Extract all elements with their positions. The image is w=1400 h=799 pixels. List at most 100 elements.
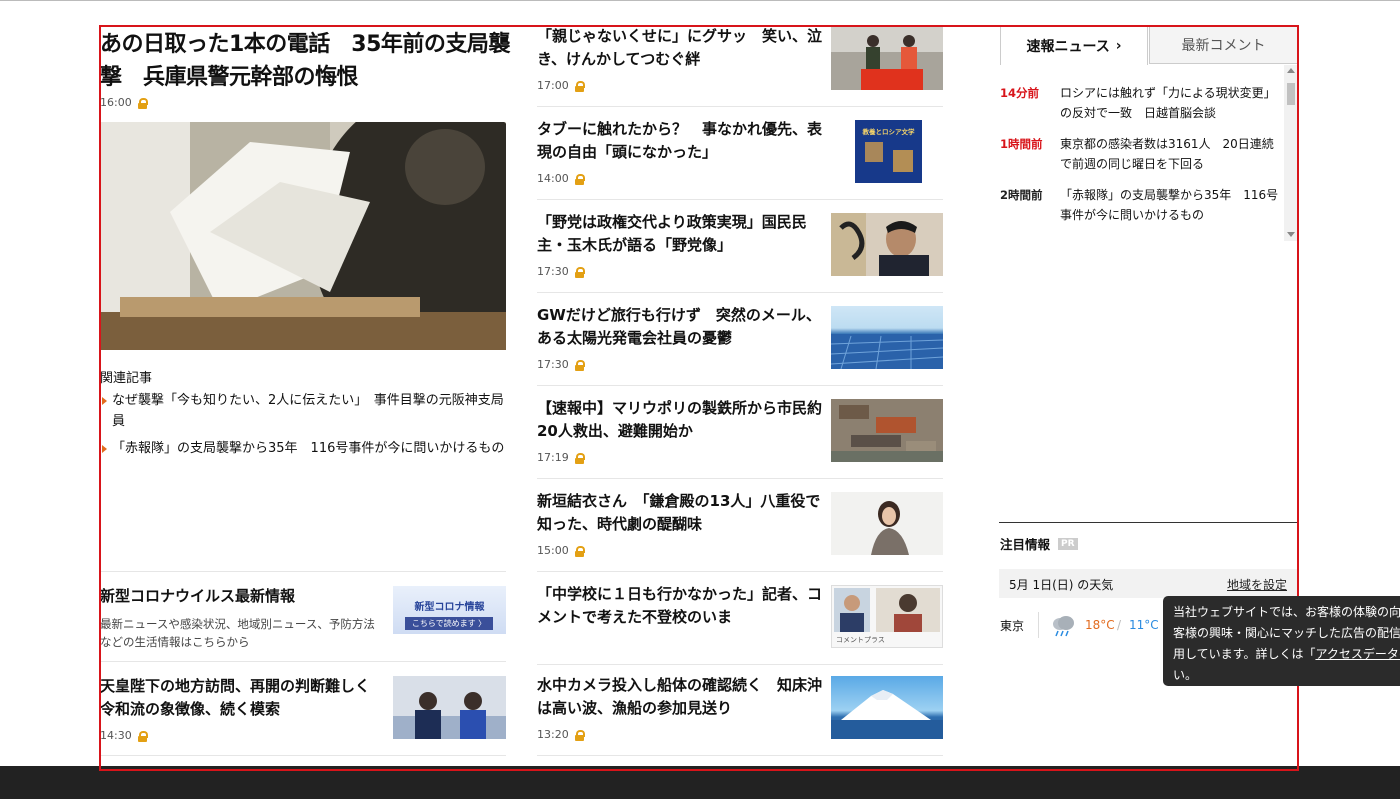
article-item[interactable]: 「親じゃないくせに」にグサッ 笑い、泣き、けんかしてつむぐ絆 17:00: [537, 13, 943, 107]
related-article-link[interactable]: なぜ襲撃「今も知りたい、2人に伝えたい」 事件目撃の元阪神支局員: [100, 390, 508, 432]
time-text: 13:20: [537, 728, 569, 741]
weather-header: 5月 1日(日) の天気 地域を設定: [999, 569, 1299, 598]
article-item[interactable]: タブーに触れたから？ 事なかれ優先、表現の自由「頭になかった」 14:00 教養…: [537, 106, 943, 200]
news-headline: 東京都の感染者数は3161人 20日連続で前週の同じ曜日を下回る: [1060, 137, 1274, 171]
article-item[interactable]: 新垣結衣さん 「鎌倉殿の13人」八重役で知った、時代劇の醍醐味 15:00: [537, 478, 943, 572]
news-scrollbar[interactable]: [1284, 65, 1298, 241]
tab-latest-comments[interactable]: 最新コメント: [1149, 26, 1298, 64]
notice-text: 用しています。詳しくは「: [1173, 647, 1316, 661]
news-age: 2時間前: [1000, 188, 1043, 202]
article-thumbnail[interactable]: [393, 676, 506, 739]
article-title: 「野党は政権交代より政策実現」国民民主・玉木氏が語る「野党像」: [537, 213, 807, 254]
article-thumbnail[interactable]: [831, 492, 943, 555]
breaking-news-list[interactable]: 14分前 ロシアには触れず「力による現状変更」の反対で一致 日越首脳会談 1時間…: [999, 65, 1299, 241]
lock-icon: [574, 729, 585, 741]
notice-line: い。: [1173, 668, 1198, 682]
related-articles-list: なぜ襲撃「今も知りたい、2人に伝えたい」 事件目撃の元阪神支局員 「赤報隊」の支…: [100, 390, 508, 465]
article-thumbnail[interactable]: [831, 213, 943, 276]
news-headline: ロシアには触れず「力による現状変更」の反対で一致 日越首脳会談: [1060, 86, 1276, 120]
related-article-link[interactable]: 「赤報隊」の支局襲撃から35年 116号事件が今に問いかけるもの: [100, 438, 508, 459]
time-text: 15:00: [537, 544, 569, 557]
news-tabs: 速報ニュース › 最新コメント: [999, 25, 1299, 65]
notice-line: 客様の興味・関心にマッチした広告の配信と: [1173, 626, 1400, 640]
article-thumbnail[interactable]: [831, 306, 943, 369]
time-text: 17:00: [537, 79, 569, 92]
article-thumbnail[interactable]: 教養とロシア文学: [855, 120, 922, 183]
article-card[interactable]: 天皇陛下の地方訪問、再開の判断難しく 令和流の象徴像、続く模索 14:30: [100, 661, 506, 756]
time-text: 14:30: [100, 729, 132, 742]
notice-line: 用しています。詳しくは「アクセスデータの: [1173, 644, 1400, 665]
top-border: [0, 0, 1400, 1]
pr-badge: PR: [1058, 537, 1078, 550]
lead-article-image[interactable]: [100, 122, 506, 350]
lock-icon: [574, 359, 585, 371]
time-text: 14:00: [537, 172, 569, 185]
high-temp: 18°C: [1085, 618, 1115, 632]
set-region-link[interactable]: 地域を設定: [1227, 576, 1287, 593]
article-title: 【速報中】マリウポリの製鉄所から市民約20人救出、避難開始か: [537, 399, 823, 440]
article-time: 13:20: [537, 728, 585, 741]
article-title: 「親じゃないくせに」にグサッ 笑い、泣き、けんかしてつむぐ絆: [537, 27, 823, 68]
lock-icon: [137, 730, 148, 742]
article-time: 17:00: [537, 79, 585, 92]
article-item[interactable]: 【速報中】マリウポリの製鉄所から市民約20人救出、避難開始か 17:19: [537, 385, 943, 479]
corona-banner[interactable]: 新型コロナ情報 こちらで読めます 〉: [393, 586, 506, 634]
time-text: 17:19: [537, 451, 569, 464]
article-thumbnail[interactable]: コメントプラス: [831, 585, 943, 648]
article-time: 14:00: [537, 172, 585, 185]
chevron-right-icon: ›: [1115, 38, 1122, 54]
scroll-up-icon[interactable]: [1287, 68, 1295, 73]
article-time: 17:30: [537, 358, 585, 371]
article-item[interactable]: 「中学校に１日も行かなかった」記者、コメントで考えた不登校のいま コメントプラス: [537, 571, 943, 665]
lock-icon: [574, 452, 585, 464]
banner-button[interactable]: こちらで読めます 〉: [405, 617, 493, 630]
lead-article-title[interactable]: あの日取った1本の電話 35年前の支局襲撃 兵庫県警元幹部の悔恨: [100, 28, 512, 94]
card-time: 14:30: [100, 729, 148, 742]
attention-label: 注目情報: [1000, 537, 1051, 552]
article-title: 水中カメラ投入し船体の確認続く 知床沖は高い波、漁船の参加見送り: [537, 676, 823, 717]
article-thumbnail[interactable]: [831, 676, 943, 739]
low-temp: 11°C: [1129, 618, 1159, 632]
divider: [999, 522, 1299, 523]
article-item[interactable]: GWだけど旅行も行けず 突然のメール、ある太陽光発電会社員の憂鬱 17:30: [537, 292, 943, 386]
tab-breaking-news[interactable]: 速報ニュース ›: [1000, 26, 1148, 65]
weather-date: 5月 1日(日) の天気: [1009, 578, 1114, 592]
rain-cloud-icon: [1050, 614, 1076, 641]
article-title: 新垣結衣さん 「鎌倉殿の13人」八重役で知った、時代劇の醍醐味: [537, 492, 821, 533]
lock-icon: [574, 80, 585, 92]
notice-line: 当社ウェブサイトでは、お客様の体験の向上: [1173, 605, 1400, 619]
card-title: 天皇陛下の地方訪問、再開の判断難しく 令和流の象徴像、続く模索: [100, 677, 386, 718]
tab-label: 速報ニュース: [1026, 39, 1110, 55]
article-title: タブーに触れたから？ 事なかれ優先、表現の自由「頭になかった」: [537, 120, 823, 161]
news-headline: 「赤報隊」の支局襲撃から35年 116号事件が今に問いかけるもの: [1060, 188, 1279, 222]
article-time: 17:30: [537, 265, 585, 278]
attention-header: 注目情報 PR: [1000, 534, 1078, 553]
lock-icon: [137, 97, 148, 109]
article-item[interactable]: 水中カメラ投入し船体の確認続く 知床沖は高い波、漁船の参加見送り 13:20: [537, 662, 943, 756]
article-item[interactable]: 「野党は政権交代より政策実現」国民民主・玉木氏が語る「野党像」 17:30: [537, 199, 943, 293]
article-thumbnail[interactable]: [831, 27, 943, 90]
time-text: 17:30: [537, 358, 569, 371]
banner-heading: 新型コロナ情報: [414, 602, 485, 613]
article-title: 「中学校に１日も行かなかった」記者、コメントで考えた不登校のいま: [537, 585, 823, 626]
article-time: 17:19: [537, 451, 585, 464]
corona-info-card[interactable]: 新型コロナウイルス最新情報 最新ニュースや感染状況、地域別ニュース、予防方法など…: [100, 571, 506, 662]
card-title: 新型コロナウイルス最新情報: [100, 587, 296, 605]
scrollbar-thumb[interactable]: [1287, 83, 1295, 105]
divider: [1038, 612, 1039, 638]
article-thumbnail[interactable]: [831, 399, 943, 462]
time-text: 17:30: [537, 265, 569, 278]
thumbnail-caption: 教養とロシア文学: [862, 128, 915, 136]
lock-icon: [574, 545, 585, 557]
scroll-down-icon[interactable]: [1287, 232, 1295, 237]
card-description: 最新ニュースや感染状況、地域別ニュース、予防方法などの生活情報はこちらから: [100, 617, 375, 649]
news-age: 1時間前: [1000, 137, 1043, 151]
access-data-link[interactable]: アクセスデータの: [1315, 647, 1400, 661]
lock-icon: [574, 266, 585, 278]
news-age: 14分前: [1000, 86, 1040, 100]
cookie-notice-tooltip[interactable]: 当社ウェブサイトでは、お客様の体験の向上 客様の興味・関心にマッチした広告の配信…: [1163, 596, 1400, 686]
lock-icon: [574, 173, 585, 185]
thumbnail-caption: コメントプラス: [836, 636, 885, 644]
bottom-bar: [0, 766, 1400, 799]
time-text: 16:00: [100, 96, 132, 109]
